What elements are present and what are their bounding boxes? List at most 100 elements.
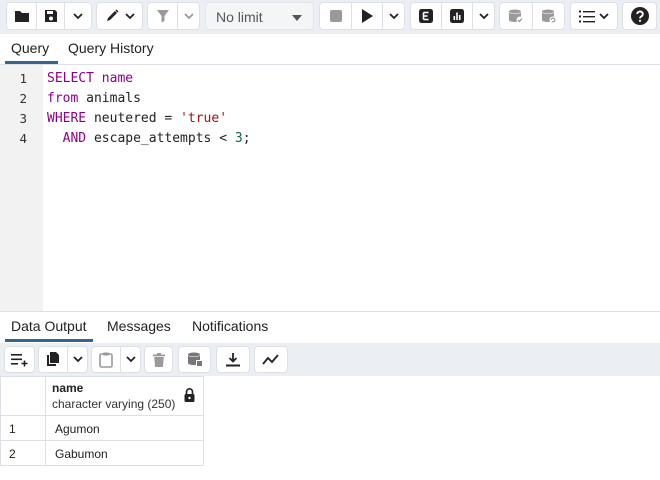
help-button[interactable] [622, 2, 657, 30]
column-name: name [52, 381, 84, 395]
chevron-down-icon [183, 12, 194, 19]
copy-button-group [38, 346, 88, 373]
open-file-button[interactable] [7, 3, 37, 29]
save-data-icon [187, 352, 203, 367]
tab-messages[interactable]: Messages [101, 312, 177, 342]
commit-icon [509, 9, 524, 23]
save-file-button[interactable] [37, 3, 65, 29]
query-tool: No limit Query Query History 1 2 3 4 SEL… [0, 0, 660, 480]
sql-editor[interactable]: 1 2 3 4 SELECT name from animals WHERE n… [0, 65, 660, 311]
edit-menu-button[interactable] [96, 2, 143, 30]
query-toolbar: No limit [0, 0, 660, 34]
sql-keyword: from [47, 91, 79, 106]
tab-query-label: Query [11, 40, 50, 56]
pen-icon [106, 9, 119, 21]
explain-icon [419, 9, 433, 23]
query-tab-bar: Query Query History [0, 34, 660, 65]
sql-keyword: SELECT [47, 71, 94, 86]
stop-icon [329, 10, 342, 22]
paste-options-dropdown[interactable] [121, 347, 140, 372]
tab-query[interactable]: Query [5, 34, 58, 64]
chevron-down-icon [478, 12, 489, 19]
chevron-down-icon [72, 356, 83, 363]
filter-button[interactable] [148, 3, 178, 29]
file-button-group [6, 2, 92, 30]
sql-keyword: WHERE [47, 111, 87, 126]
chart-icon [450, 9, 464, 23]
row-limit-select[interactable]: No limit [205, 2, 314, 30]
download-button[interactable] [216, 346, 250, 373]
execute-button-group [319, 2, 405, 30]
code-text: escape_attempts < [86, 131, 235, 146]
commit-button[interactable] [500, 3, 533, 29]
row-limit-value: No limit [216, 9, 263, 25]
line-number-gutter: 1 2 3 4 [0, 65, 43, 311]
line-graph-icon [262, 353, 279, 365]
tab-messages-label: Messages [107, 318, 171, 334]
tab-notifications-label: Notifications [192, 318, 269, 334]
row-number-cell[interactable] [0, 440, 46, 466]
download-icon [226, 352, 240, 366]
row-number-cell[interactable] [0, 415, 46, 441]
caret-down-icon [292, 15, 302, 21]
sql-keyword: AND [62, 131, 87, 146]
data-output-toolbar [0, 343, 660, 376]
transaction-button-group [499, 2, 565, 30]
cell-value: Agumon [55, 422, 100, 436]
code-line-4: AND escape_attempts < 3; [47, 131, 251, 146]
explain-options-dropdown[interactable] [473, 3, 494, 29]
filter-icon [156, 10, 169, 23]
row-number: 2 [9, 447, 16, 461]
execute-query-button[interactable] [352, 3, 383, 29]
save-icon [44, 10, 57, 22]
code-text: animals [78, 91, 141, 106]
chevron-down-icon [125, 356, 136, 363]
play-icon [362, 9, 373, 23]
output-tab-bar: Data Output Messages Notifications [0, 312, 660, 343]
chevron-down-icon [388, 12, 399, 19]
paste-icon [99, 352, 113, 368]
delete-row-button[interactable] [144, 346, 173, 373]
copy-button[interactable] [39, 347, 68, 372]
tab-query-history[interactable]: Query History [62, 34, 160, 64]
rollback-button[interactable] [533, 3, 564, 29]
filter-options-dropdown[interactable] [178, 3, 199, 29]
line-number: 3 [19, 111, 27, 126]
copy-options-dropdown[interactable] [68, 347, 87, 372]
sql-string: 'true' [180, 111, 228, 126]
tab-data-output-label: Data Output [11, 318, 87, 334]
trash-icon [152, 352, 165, 367]
paste-button-group [91, 346, 141, 373]
paste-button[interactable] [92, 347, 121, 372]
code-text: ; [242, 131, 251, 146]
row-number: 1 [9, 422, 16, 436]
rollback-icon [541, 9, 556, 23]
filter-button-group [147, 2, 200, 30]
add-row-icon [10, 353, 27, 366]
line-number: 1 [19, 71, 27, 86]
explain-button[interactable] [411, 3, 442, 29]
column-type: character varying (250) [52, 397, 176, 411]
graph-visualiser-button[interactable] [254, 346, 288, 373]
copy-icon [47, 352, 59, 366]
explain-analyze-button[interactable] [442, 3, 473, 29]
chevron-down-icon [599, 12, 609, 19]
save-options-dropdown[interactable] [65, 3, 91, 29]
stop-query-button[interactable] [320, 3, 352, 29]
cell-value: Gabumon [55, 447, 108, 461]
code-text: neutered = [86, 111, 181, 126]
add-row-button[interactable] [4, 346, 35, 373]
save-data-button[interactable] [178, 346, 211, 373]
tab-notifications[interactable]: Notifications [186, 312, 274, 342]
lock-icon [184, 388, 195, 402]
sql-keyword: name [101, 71, 134, 86]
help-icon [630, 7, 649, 25]
tab-query-history-label: Query History [68, 40, 154, 56]
macros-menu-button[interactable] [570, 2, 618, 30]
line-number: 2 [19, 91, 27, 106]
tab-data-output[interactable]: Data Output [5, 312, 93, 342]
execute-options-dropdown[interactable] [383, 3, 404, 29]
row-header-corner[interactable] [0, 376, 46, 416]
